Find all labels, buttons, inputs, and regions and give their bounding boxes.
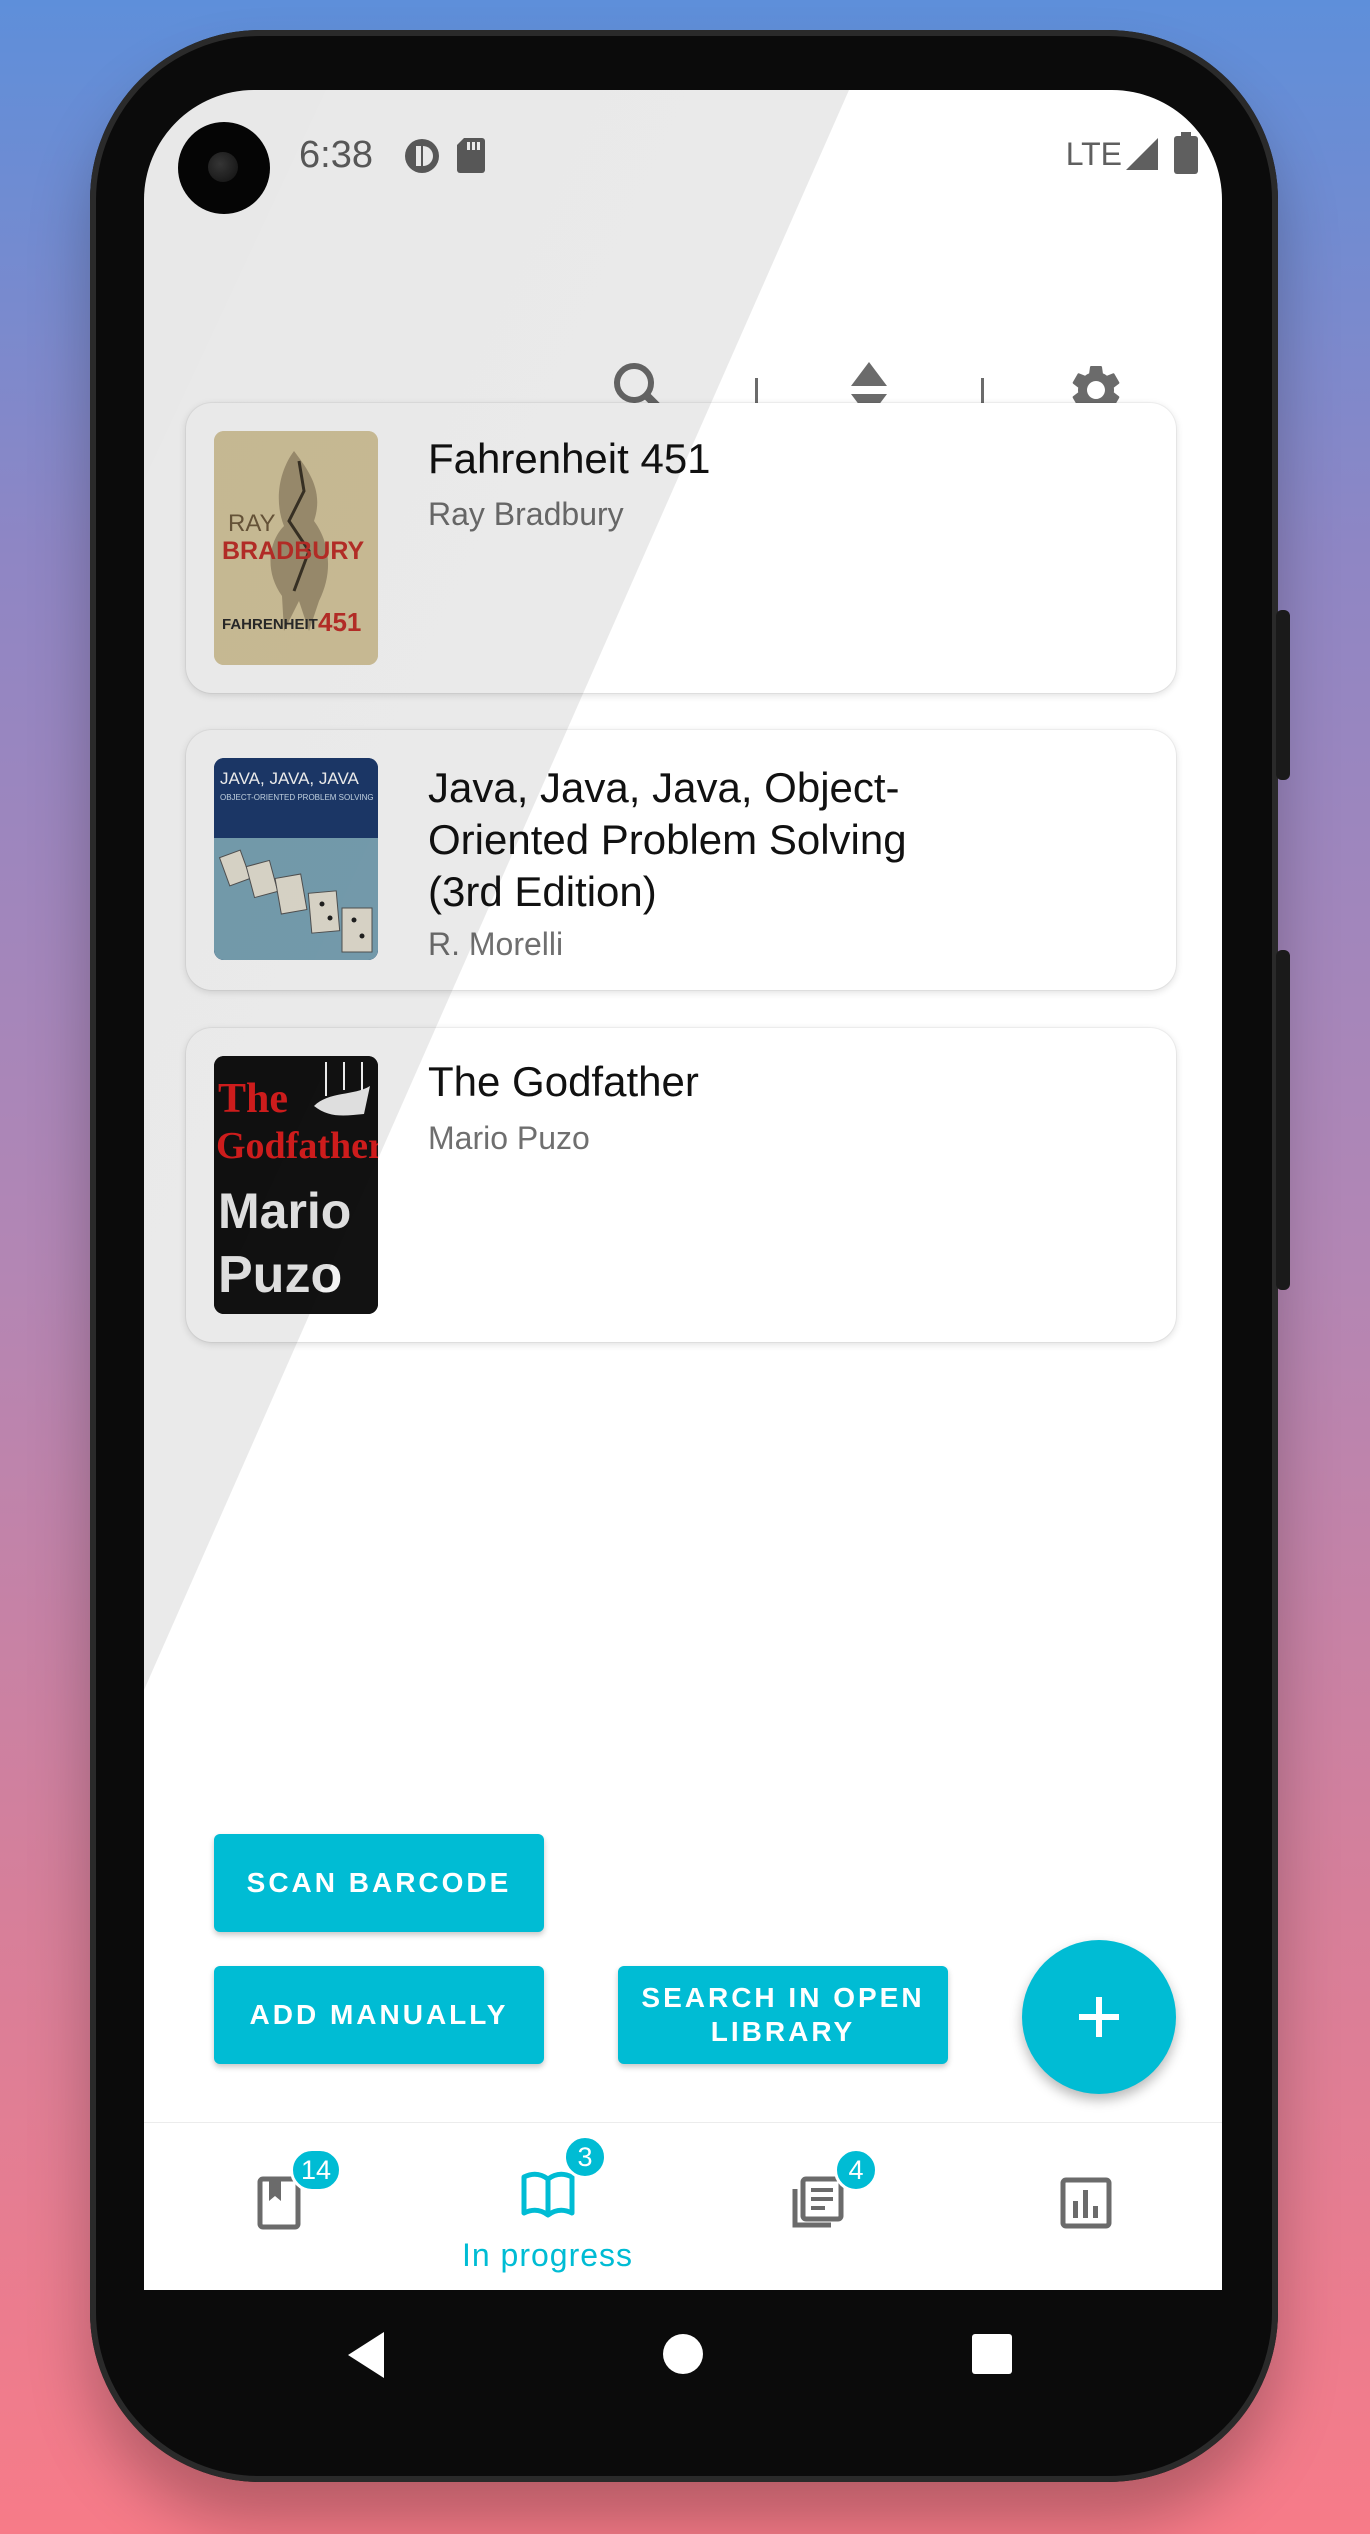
- status-bar: 6:38 LTE: [144, 90, 1222, 220]
- book-cover: JAVA, JAVA, JAVA OBJECT-ORIENTED PROBLEM…: [214, 758, 378, 960]
- cover-text: The: [218, 1076, 288, 1122]
- statistics-icon: [1060, 2177, 1111, 2229]
- nav-item-to-read[interactable]: 14: [144, 2123, 413, 2290]
- bottom-navigation: 14 3 In progress 4: [144, 2122, 1222, 2290]
- book-cover-art: JAVA, JAVA, JAVA OBJECT-ORIENTED PROBLEM…: [214, 758, 378, 960]
- toolbar-divider: [755, 378, 758, 406]
- badge-count: 14: [290, 2148, 343, 2192]
- plus-icon: [1079, 1997, 1119, 2037]
- nav-item-read[interactable]: 4: [682, 2123, 951, 2290]
- recents-icon[interactable]: [970, 2332, 1014, 2376]
- network-type: LTE: [1065, 136, 1122, 172]
- book-author: R. Morelli: [428, 926, 564, 962]
- book-card[interactable]: The Godfather Mario Puzo The Godfather M…: [186, 1028, 1176, 1342]
- nav-item-in-progress[interactable]: 3 In progress: [413, 2123, 682, 2290]
- cover-text: Mario: [218, 1183, 351, 1239]
- volume-button: [1276, 610, 1290, 780]
- book-author: Ray Bradbury: [428, 496, 624, 532]
- front-camera: [178, 122, 270, 214]
- cover-text: Godfather: [216, 1125, 378, 1167]
- cover-text: 451: [318, 607, 361, 637]
- cover-text: JAVA, JAVA, JAVA: [220, 769, 360, 788]
- book-card[interactable]: JAVA, JAVA, JAVA OBJECT-ORIENTED PROBLEM…: [186, 730, 1176, 990]
- sd-card-icon: [457, 138, 485, 173]
- book-cover: RAY BRADBURY FAHRENHEIT 451: [214, 431, 378, 665]
- book-title: Java, Java, Java, Object-Oriented Proble…: [428, 764, 907, 915]
- book-card[interactable]: RAY BRADBURY FAHRENHEIT 451 Fahrenheit 4…: [186, 403, 1176, 693]
- home-icon[interactable]: [661, 2332, 705, 2376]
- book-cover: The Godfather Mario Puzo: [214, 1056, 378, 1314]
- cover-text: RAY: [228, 510, 276, 537]
- search-open-library-button[interactable]: SEARCH IN OPEN LIBRARY: [618, 1966, 948, 2064]
- back-icon[interactable]: [344, 2330, 388, 2380]
- book-title: The Godfather: [428, 1058, 699, 1105]
- scan-barcode-button[interactable]: SCAN BARCODE: [214, 1834, 544, 1932]
- toolbar-divider: [981, 378, 984, 406]
- book-title: Fahrenheit 451: [428, 435, 711, 482]
- battery-icon: [1174, 132, 1198, 174]
- badge-count: 4: [834, 2148, 878, 2192]
- data-saver-icon: [405, 139, 439, 173]
- book-author: Mario Puzo: [428, 1120, 590, 1156]
- nav-item-statistics[interactable]: [951, 2123, 1220, 2290]
- book-cover-art: The Godfather Mario Puzo: [214, 1056, 378, 1314]
- nav-label: In progress: [461, 2237, 634, 2273]
- power-button: [1276, 950, 1290, 1290]
- book-cover-art: RAY BRADBURY FAHRENHEIT 451: [214, 431, 378, 665]
- cover-text: Puzo: [218, 1246, 342, 1304]
- app-screen: 6:38 LTE RAY BRADBURY FAHRENHEIT 451 Fah…: [144, 90, 1222, 2290]
- cover-text: BRADBURY: [222, 537, 364, 565]
- system-navigation-bar: [144, 2290, 1222, 2420]
- add-manually-button[interactable]: ADD MANUALLY: [214, 1966, 544, 2064]
- badge-count: 3: [563, 2135, 607, 2179]
- cover-text: FAHRENHEIT: [222, 616, 318, 633]
- signal-icon: [1126, 138, 1158, 170]
- cover-text: OBJECT-ORIENTED PROBLEM SOLVING: [220, 793, 374, 802]
- status-time: 6:38: [299, 134, 373, 176]
- add-book-fab[interactable]: [1022, 1940, 1176, 2094]
